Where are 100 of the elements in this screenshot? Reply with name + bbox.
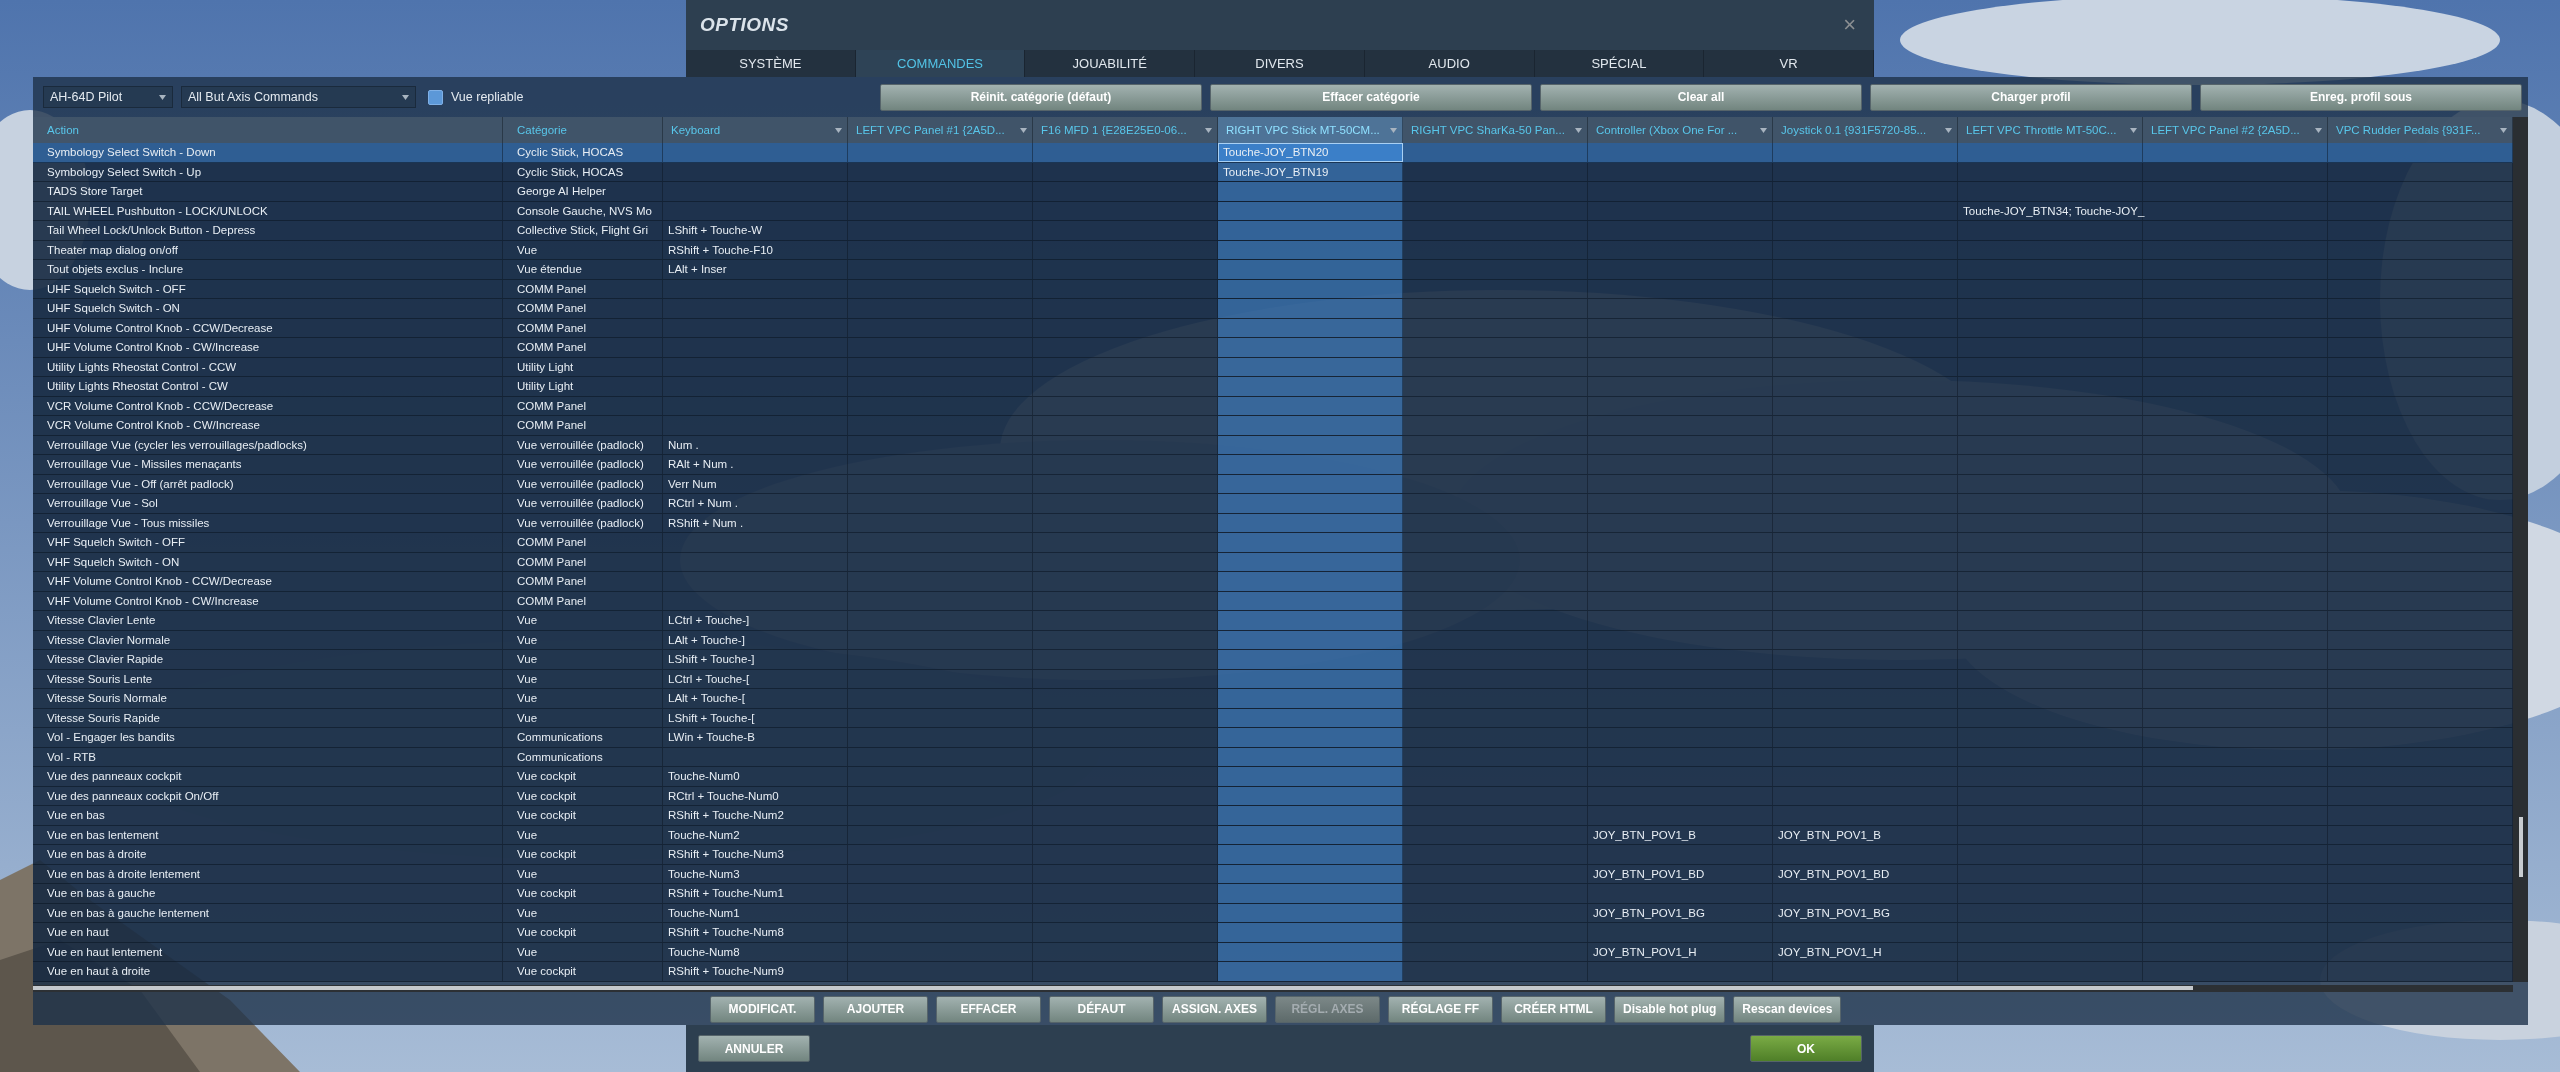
table-cell: Verrouillage Vue - Tous missiles <box>33 513 503 532</box>
table-row[interactable]: Vitesse Clavier Rapide Vue LShift + Touche-] <box>33 650 2513 670</box>
table-cell: Vue <box>503 611 663 630</box>
table-cell: Vue <box>503 240 663 259</box>
table-row[interactable]: UHF Volume Control Knob - CCW/Decrease COMM Panel <box>33 318 2513 338</box>
caret-icon <box>1945 127 1952 133</box>
table-cell: Utility Lights Rheostat Control - CW <box>33 377 503 396</box>
table-row[interactable]: Vol - Engager les bandits Communications LWin + Touche-B <box>33 728 2513 748</box>
table-row[interactable]: Verrouillage Vue - Off (arrêt padlock) Vue verrouillée (padlock) Verr Num <box>33 474 2513 494</box>
table-cell: Communications <box>503 728 663 747</box>
table-row[interactable]: Symbology Select Switch - Down Cyclic Stick, HOCAS Touche-JOY_BTN20 <box>33 143 2513 163</box>
table-row[interactable]: UHF Volume Control Knob - CW/Increase COMM Panel <box>33 338 2513 358</box>
table-row[interactable]: TAIL WHEEL Pushbutton - LOCK/UNLOCK Console Gauche, NVS Mo Touche-JOY_BTN34; Touche-JOY_ <box>33 201 2513 221</box>
table-row[interactable]: VCR Volume Control Knob - CCW/Decrease COMM Panel <box>33 396 2513 416</box>
table-cell: Vue verrouillée (padlock) <box>503 513 663 532</box>
table-cell: JOY_BTN_POV1_H <box>1773 942 1958 961</box>
table-row[interactable]: Vitesse Souris Normale Vue LAlt + Touche-[ <box>33 689 2513 709</box>
table-cell: Touche-Num1 <box>663 903 848 922</box>
checkbox[interactable] <box>428 89 443 105</box>
table-row[interactable]: Vue des panneaux cockpit Vue cockpit Touche-Num0 <box>33 767 2513 787</box>
table-cell: Vue cockpit <box>503 884 663 903</box>
table-row[interactable]: VHF Squelch Switch - OFF COMM Panel <box>33 533 2513 553</box>
table-row[interactable]: Vol - RTB Communications <box>33 747 2513 767</box>
table-cell: Verrouillage Vue - Missiles menaçants <box>33 455 503 474</box>
table-row[interactable]: Vitesse Souris Rapide Vue LShift + Touche-[ <box>33 708 2513 728</box>
table-cell: Vitesse Clavier Rapide <box>33 650 503 669</box>
column-header[interactable]: RIGHT VPC Stick MT-50CM... <box>1218 117 1403 143</box>
caret-icon <box>1205 127 1212 133</box>
table-cell: COMM Panel <box>503 338 663 357</box>
table-cell: LCtrl + Touche-[ <box>663 669 848 688</box>
table-row[interactable]: Tout objets exclus - Inclure Vue étendue LAlt + Inser <box>33 260 2513 280</box>
ok-button[interactable]: OK <box>1750 1035 1862 1062</box>
table-cell: LShift + Touche-] <box>663 650 848 669</box>
vertical-scrollbar[interactable] <box>2513 117 2528 982</box>
table-row[interactable]: Vue en bas à droite Vue cockpit RShift + Touche-Num3 <box>33 845 2513 865</box>
filter-dropdown[interactable]: All But Axis Commands <box>181 86 416 108</box>
table-row[interactable]: UHF Squelch Switch - ON COMM Panel <box>33 299 2513 319</box>
table-cell: JOY_BTN_POV1_BG <box>1773 903 1958 922</box>
table-row[interactable]: Vue des panneaux cockpit On/Off Vue cockpit RCtrl + Touche-Num0 <box>33 786 2513 806</box>
table-cell: Vitesse Clavier Normale <box>33 630 503 649</box>
table-cell: Vue verrouillée (padlock) <box>503 494 663 513</box>
table-cell: RShift + Touche-Num8 <box>663 923 848 942</box>
caret-icon <box>2500 127 2507 133</box>
table-row[interactable]: Vue en haut lentement Vue Touche-Num8 JOY_BTN_POV1_H JOY_BTN_POV1_H <box>33 942 2513 962</box>
table-row[interactable]: Vitesse Clavier Normale Vue LAlt + Touche-] <box>33 630 2513 650</box>
table-cell: COMM Panel <box>503 416 663 435</box>
table-cell: Vol - Engager les bandits <box>33 728 503 747</box>
table-row[interactable]: Vitesse Souris Lente Vue LCtrl + Touche-[ <box>33 669 2513 689</box>
table-cell: Vitesse Souris Lente <box>33 669 503 688</box>
table-cell: Utility Lights Rheostat Control - CCW <box>33 357 503 376</box>
table-row[interactable]: VHF Volume Control Knob - CCW/Decrease COMM Panel <box>33 572 2513 592</box>
table-cell: UHF Volume Control Knob - CCW/Decrease <box>33 318 503 337</box>
table-cell: COMM Panel <box>503 533 663 552</box>
table-row[interactable]: Symbology Select Switch - Up Cyclic Stick, HOCAS Touche-JOY_BTN19 <box>33 162 2513 182</box>
horizontal-scrollbar[interactable] <box>33 984 2513 992</box>
table-cell: Vue cockpit <box>503 806 663 825</box>
table-row[interactable]: Utility Lights Rheostat Control - CW Utility Light <box>33 377 2513 397</box>
table-row[interactable]: Verrouillage Vue (cycler les verrouillages/padlocks) Vue verrouillée (padlock) Num . <box>33 435 2513 455</box>
table-cell: Vue en bas <box>33 806 503 825</box>
table-row[interactable]: Verrouillage Vue - Sol Vue verrouillée (padlock) RCtrl + Num . <box>33 494 2513 514</box>
table-cell: Vitesse Souris Rapide <box>33 708 503 727</box>
table-row[interactable]: Vue en haut Vue cockpit RShift + Touche-Num8 <box>33 923 2513 943</box>
table-row[interactable]: Vue en bas à gauche lentement Vue Touche-Num1 JOY_BTN_POV1_BG JOY_BTN_POV1_BG <box>33 903 2513 923</box>
table-cell: RShift + Touche-Num9 <box>663 962 848 981</box>
table-cell: Verrouillage Vue - Sol <box>33 494 503 513</box>
table-cell: Vue verrouillée (padlock) <box>503 455 663 474</box>
table-row[interactable]: Utility Lights Rheostat Control - CCW Utility Light <box>33 357 2513 377</box>
table-cell: Touche-Num0 <box>663 767 848 786</box>
table-cell: COMM Panel <box>503 591 663 610</box>
table-row[interactable]: Vitesse Clavier Lente Vue LCtrl + Touche-] <box>33 611 2513 631</box>
table-cell: Vue cockpit <box>503 845 663 864</box>
table-row[interactable]: Theater map dialog on/off Vue RShift + Touche-F10 <box>33 240 2513 260</box>
table-row[interactable]: Vue en bas Vue cockpit RShift + Touche-Num2 <box>33 806 2513 826</box>
table-row[interactable]: Verrouillage Vue - Missiles menaçants Vue verrouillée (padlock) RAlt + Num . <box>33 455 2513 475</box>
table-row[interactable]: VHF Volume Control Knob - CW/Increase COMM Panel <box>33 591 2513 611</box>
table-cell: Symbology Select Switch - Down <box>33 143 503 162</box>
tab[interactable]: COMMANDES <box>855 50 1026 77</box>
table-row[interactable]: UHF Squelch Switch - OFF COMM Panel <box>33 279 2513 299</box>
table-row[interactable]: Tail Wheel Lock/Unlock Button - Depress Collective Stick, Flight Gri LShift + Touche-W <box>33 221 2513 241</box>
table-cell: UHF Squelch Switch - OFF <box>33 279 503 298</box>
table-row[interactable]: Verrouillage Vue - Tous missiles Vue verrouillée (padlock) RShift + Num . <box>33 513 2513 533</box>
table-row[interactable]: TADS Store Target George AI Helper <box>33 182 2513 202</box>
table-row[interactable]: Vue en bas à gauche Vue cockpit RShift + Touche-Num1 <box>33 884 2513 904</box>
table-cell: Num . <box>663 435 848 454</box>
aircraft-dropdown[interactable]: AH-64D Pilot <box>43 86 173 108</box>
table-cell: LAlt + Inser <box>663 260 848 279</box>
table-cell: TADS Store Target <box>33 182 503 201</box>
table-row[interactable]: VHF Squelch Switch - ON COMM Panel <box>33 552 2513 572</box>
caret-icon <box>2315 127 2322 133</box>
table-cell: Cyclic Stick, HOCAS <box>503 143 663 162</box>
table-cell: Vue des panneaux cockpit <box>33 767 503 786</box>
table-cell: Vue cockpit <box>503 923 663 942</box>
table-row[interactable]: Vue en bas à droite lentement Vue Touche-Num3 JOY_BTN_POV1_BD JOY_BTN_POV1_BD <box>33 864 2513 884</box>
table-row[interactable]: VCR Volume Control Knob - CW/Increase COMM Panel <box>33 416 2513 436</box>
table-cell: Vitesse Clavier Lente <box>33 611 503 630</box>
table-cell: Vue verrouillée (padlock) <box>503 474 663 493</box>
table-row[interactable]: Vue en bas lentement Vue Touche-Num2 JOY_BTN_POV1_B JOY_BTN_POV1_B <box>33 825 2513 845</box>
table-cell: LShift + Touche-[ <box>663 708 848 727</box>
table-cell: Vue en bas à droite lentement <box>33 864 503 883</box>
table-row[interactable]: Vue en haut à droite Vue cockpit RShift + Touche-Num9 <box>33 962 2513 982</box>
